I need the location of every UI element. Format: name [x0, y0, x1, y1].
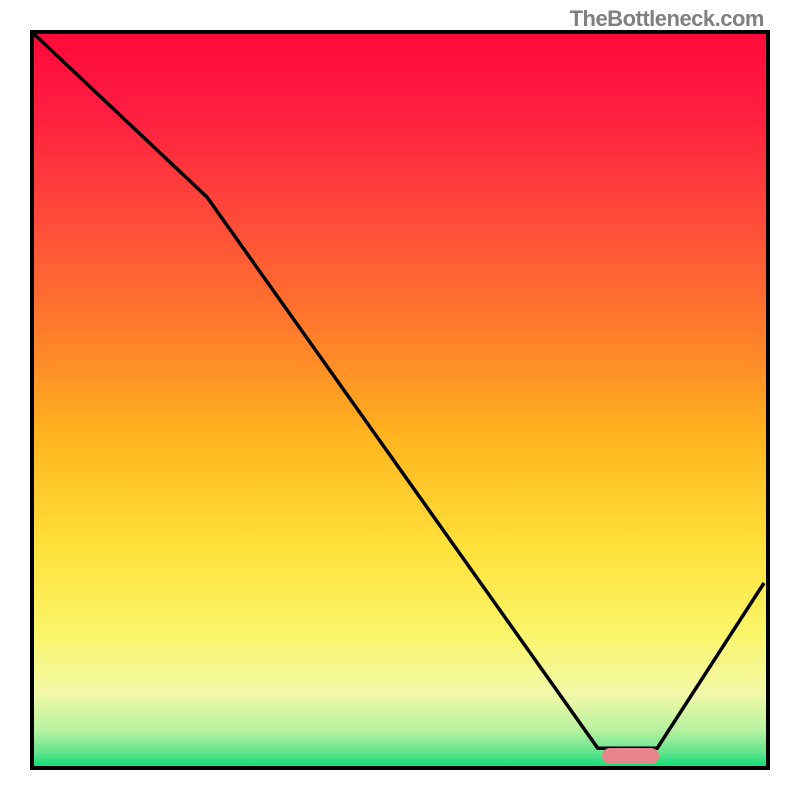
chart-line	[34, 34, 766, 766]
watermark: TheBottleneck.com	[570, 6, 764, 32]
chart-area	[30, 30, 770, 770]
optimal-marker	[602, 748, 659, 764]
